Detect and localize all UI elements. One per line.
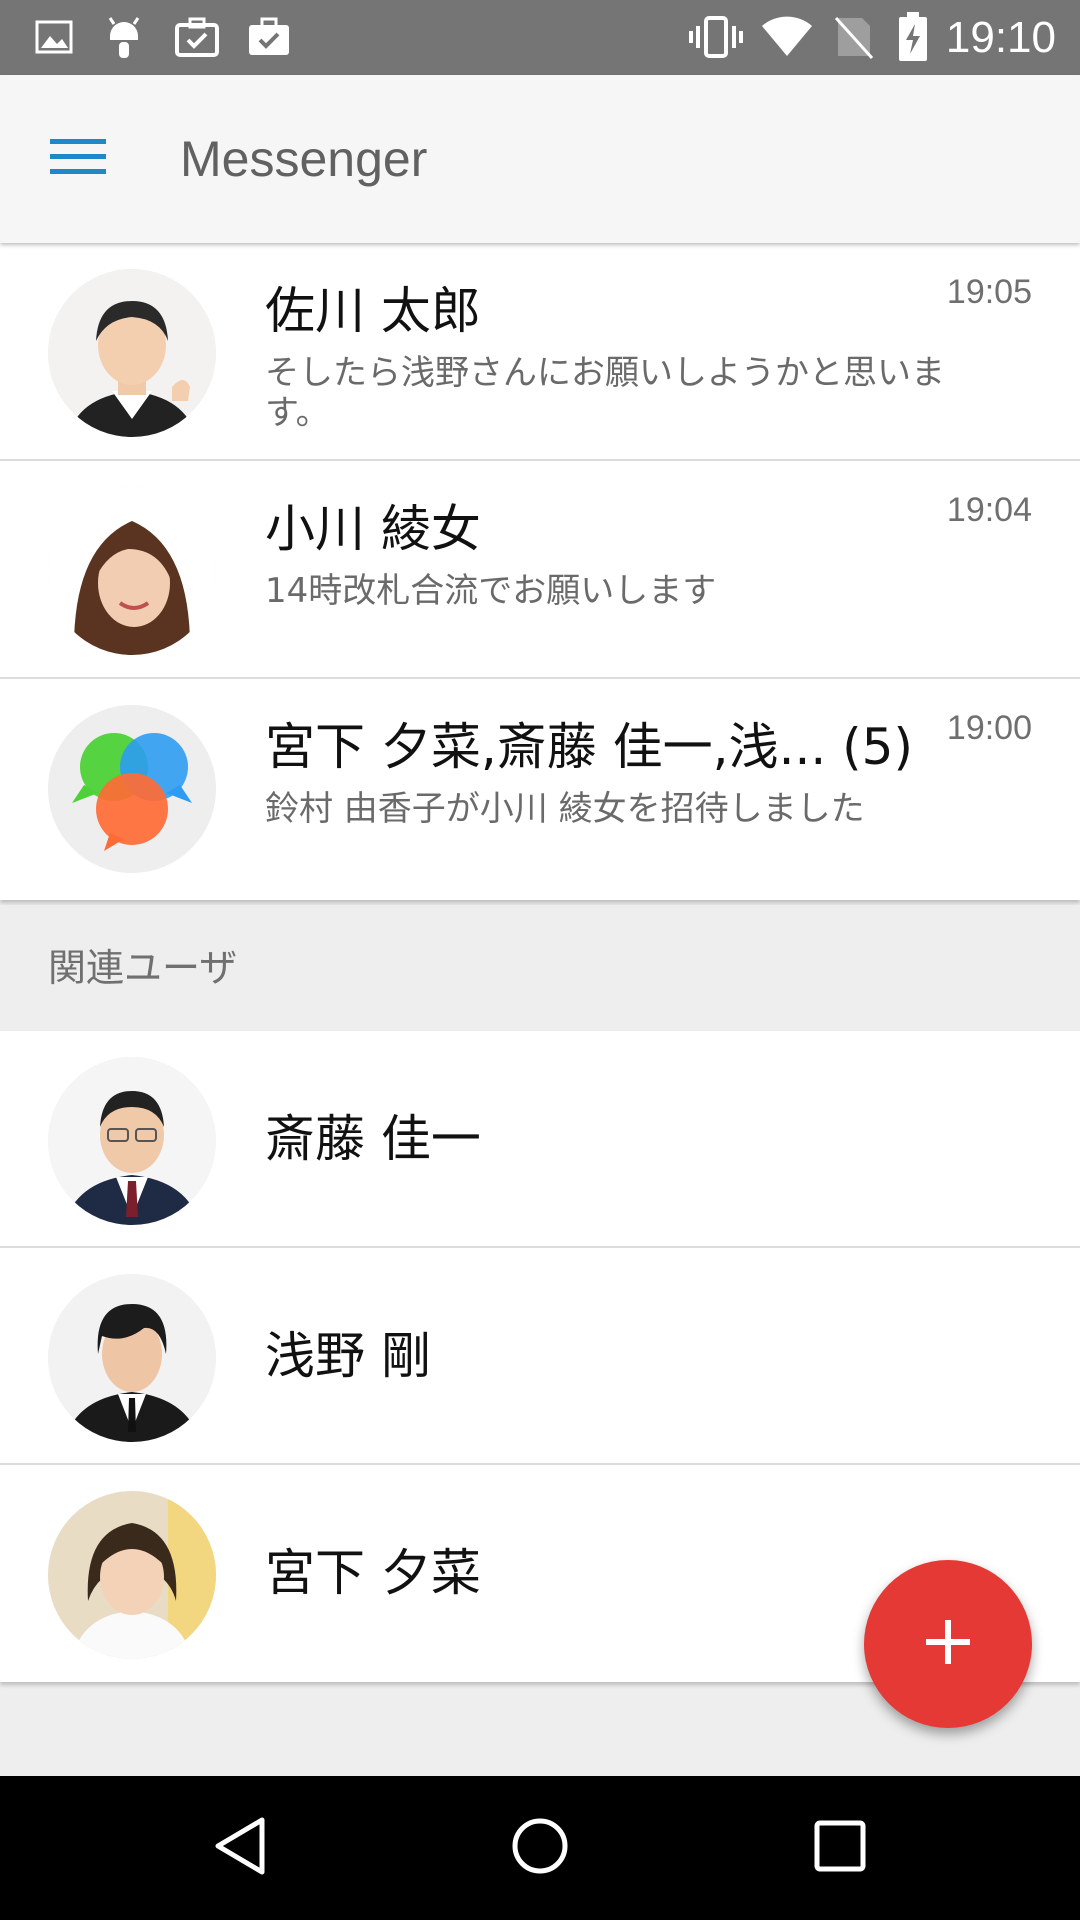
user-name: 斎藤 佳一 (265, 1110, 481, 1168)
navigation-bar (0, 1776, 1080, 1920)
conversation-item[interactable]: 佐川 太郎 19:05 そしたら浅野さんにお願いしようかと思います。 (0, 243, 1080, 461)
conversation-preview: 14時改札合流でお願いします (265, 571, 717, 611)
app-bar: Messenger (0, 75, 1080, 243)
conversation-item[interactable]: 小川 綾女 19:04 14時改札合流でお願いします (0, 461, 1080, 679)
conversation-name: 小川 綾女 (265, 500, 481, 558)
conversation-time: 19:04 (946, 491, 1032, 529)
user-item[interactable]: 浅野 剛 (0, 1248, 1080, 1465)
status-time: 19:10 (945, 13, 1056, 62)
back-icon (210, 1814, 270, 1882)
recents-button[interactable] (800, 1808, 880, 1888)
avatar (48, 487, 216, 655)
conversation-time: 19:05 (946, 273, 1032, 311)
home-icon (510, 1816, 570, 1880)
no-sim-icon (834, 14, 874, 60)
user-item[interactable]: 斎藤 佳一 (0, 1031, 1080, 1248)
vibrate-icon (688, 14, 744, 60)
conversation-name: 佐川 太郎 (265, 282, 481, 340)
battery-charging-icon (898, 12, 928, 61)
avatar (48, 269, 216, 437)
menu-icon (48, 135, 108, 183)
briefcase-check-icon (174, 14, 220, 60)
user-name: 宮下 夕菜 (265, 1544, 481, 1602)
conversation-preview: そしたら浅野さんにお願いしようかと思います。 (265, 353, 945, 433)
avatar (48, 1057, 216, 1225)
avatar (48, 1274, 216, 1442)
section-label: 関連ユーザ (48, 946, 238, 990)
group-chat-icon (48, 705, 216, 873)
recents-icon (813, 1819, 867, 1877)
conversation-item[interactable]: 宮下 夕菜,斎藤 佳一,浅... (5) 19:00 鈴村 由香子が小川 綾女を… (0, 679, 1080, 897)
image-icon (34, 14, 74, 60)
home-button[interactable] (500, 1808, 580, 1888)
avatar (48, 1491, 216, 1659)
related-users-header: 関連ユーザ (0, 905, 1080, 1031)
back-button[interactable] (200, 1808, 280, 1888)
status-bar: 19:10 (0, 0, 1080, 75)
wifi-icon (760, 14, 814, 60)
android-icon (104, 14, 144, 60)
conversation-list: 佐川 太郎 19:05 そしたら浅野さんにお願いしようかと思います。 小川 綾女… (0, 243, 1080, 900)
conversation-preview: 鈴村 由香子が小川 綾女を招待しました (265, 789, 865, 829)
conversation-time: 19:00 (946, 709, 1032, 747)
briefcase-check-icon (246, 14, 292, 60)
plus-icon (924, 1618, 972, 1670)
conversation-name: 宮下 夕菜,斎藤 佳一,浅... (5) (265, 718, 913, 776)
user-name: 浅野 剛 (265, 1327, 431, 1385)
app-title: Messenger (180, 131, 428, 187)
menu-button[interactable] (40, 121, 116, 197)
add-button[interactable] (864, 1560, 1032, 1728)
